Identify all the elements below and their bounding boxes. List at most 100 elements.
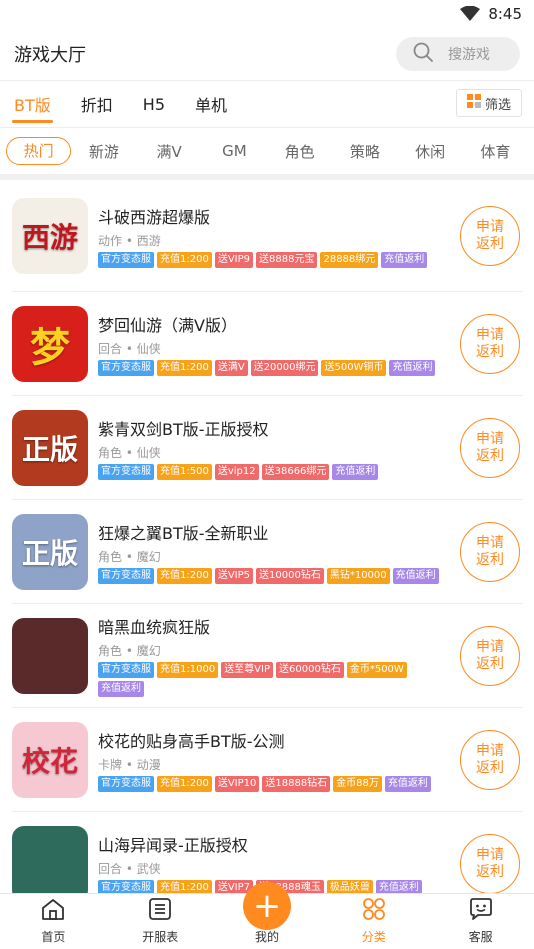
game-icon-art: 正版 <box>21 536 78 570</box>
game-tag: 送500W铜币 <box>321 359 387 376</box>
primary-tabs: BT版 折扣 H5 单机 筛选 <box>0 81 534 127</box>
bottom-nav: 首页 开服表 + 我的 分类 客服 <box>0 882 534 949</box>
category-icon <box>361 897 387 924</box>
game-name: 校花的贴身高手BT版-公测 <box>98 731 285 751</box>
apply-rebate-button[interactable]: 申请返利 <box>460 521 520 582</box>
nav-service[interactable]: 客服 <box>427 894 534 949</box>
apply-rebate-button[interactable]: 申请返利 <box>460 729 520 790</box>
apply-rebate-button[interactable]: 申请返利 <box>460 625 520 686</box>
chip-gm[interactable]: GM <box>202 142 267 160</box>
tag-list: 官方变态服 充值1:200 送满V 送20000绑元 送500W铜币 充值返利 <box>98 359 442 376</box>
tag-list: 官方变态服 充值1:500 送vip12 送38666绑元 充值返利 <box>98 463 442 480</box>
chip-full-vip[interactable]: 满V <box>137 141 202 162</box>
game-tag: 送至尊VIP <box>221 662 274 678</box>
chip-role[interactable]: 角色 <box>267 141 332 162</box>
game-tag: 送满V <box>214 359 248 376</box>
nav-category[interactable]: 分类 <box>320 894 427 949</box>
service-icon <box>467 897 495 924</box>
sub-tabs: 热门 新游 满V GM 角色 策略 休闲 体育 <box>0 128 534 174</box>
game-tag: 充值1:500 <box>157 463 212 480</box>
game-row[interactable]: 暗黑血统疯狂版 角色 • 魔幻 官方变态服 充值1:1000 送至尊VIP 送60000钻… <box>12 604 522 708</box>
game-tag: 充值返利 <box>389 359 436 376</box>
nav-home-label: 首页 <box>41 930 66 944</box>
game-info: 紫青双剑BT版-正版授权 角色 • 仙侠 官方变态服 充值1:500 送vip12 送38… <box>88 416 522 480</box>
game-info: 斗破西游超爆版 动作 • 西游 官方变态服 充值1:200 送VIP9 送8888元宝 28… <box>88 204 522 268</box>
page-title: 游戏大厅 <box>14 45 86 66</box>
game-tag: 送10000钻石 <box>256 567 324 584</box>
game-icon-art: 正版 <box>21 432 78 466</box>
game-tag: 官方变态服 <box>98 251 154 268</box>
status-time: 8:45 <box>488 5 522 23</box>
apply-rebate-button[interactable]: 申请返利 <box>460 833 520 894</box>
game-tag: 充值返利 <box>332 463 379 480</box>
tab-discount[interactable]: 折扣 <box>79 81 115 127</box>
chip-strategy[interactable]: 策略 <box>332 141 397 162</box>
search-input[interactable]: 搜游戏 <box>396 37 520 71</box>
game-icon[interactable]: 校花 <box>12 721 88 798</box>
game-tag: 充值1:1000 <box>157 662 219 678</box>
game-icon-art: 西游 <box>21 220 78 254</box>
game-tag: 官方变态服 <box>98 775 154 792</box>
game-row[interactable]: 西游 斗破西游超爆版 动作 • 西游 官方变态服 充值1:200 送VIP9 送8888元宝… <box>12 180 522 292</box>
game-row[interactable]: 校花 校花的贴身高手BT版-公测卡牌 • 动漫官方变态服 充值1:200 送VIP10… <box>12 708 522 812</box>
game-row[interactable]: 正版 紫青双剑BT版-正版授权 角色 • 仙侠 官方变态服 充值1:500 送vip12 送… <box>12 396 522 500</box>
chip-hot[interactable]: 热门 <box>6 137 72 165</box>
tag-list: 官方变态服 充值1:200 送VIP5 送10000钻石 黑钻*10000 充值返利 <box>98 567 442 584</box>
nav-home[interactable]: 首页 <box>0 894 107 949</box>
filter-button[interactable]: 筛选 <box>456 89 522 117</box>
game-tag: 送18888钻石 <box>262 775 331 792</box>
nav-server-list[interactable]: 开服表 <box>107 894 214 949</box>
wifi-icon <box>460 6 481 22</box>
game-name: 斗破西游超爆版 <box>98 207 211 227</box>
game-row[interactable]: 梦 梦回仙游（满V版） 回合 • 仙侠 官方变态服 充值1:200 送满V 送20000绑元… <box>12 292 522 396</box>
tab-h5[interactable]: H5 <box>141 81 167 127</box>
tag-list: 官方变态服 充值1:200 送VIP9 送8888元宝 28888绑元 充值返利 <box>98 251 442 268</box>
nav-mine[interactable]: + 我的 <box>214 882 321 949</box>
tab-single[interactable]: 单机 <box>193 81 229 127</box>
apply-rebate-button[interactable]: 申请返利 <box>460 313 520 374</box>
chip-casual[interactable]: 休闲 <box>398 141 463 162</box>
game-list: 西游 斗破西游超爆版 动作 • 西游 官方变态服 充值1:200 送VIP9 送8888元宝… <box>0 180 534 916</box>
game-tag: 充值1:200 <box>157 359 212 376</box>
header: 游戏大厅 搜游戏 <box>0 28 534 80</box>
game-icon[interactable] <box>12 617 88 694</box>
game-tag: 送8888元宝 <box>256 251 318 268</box>
game-info: 山海异闻录-正版授权 回合 • 武侠 官方变态服 充值1:200 送VIP7 送18888… <box>88 832 522 896</box>
game-tag: 送60000钻石 <box>276 662 344 678</box>
game-tag: 送VIP9 <box>214 251 254 268</box>
game-tag: 28888绑元 <box>320 251 379 268</box>
game-meta: 卡牌 • 动漫 <box>98 757 161 772</box>
game-name: 狂爆之翼BT版-全新职业 <box>98 523 269 543</box>
game-icon[interactable]: 正版 <box>12 513 88 590</box>
plus-icon[interactable]: + <box>242 882 291 930</box>
game-icon-art: 梦 <box>30 323 70 371</box>
game-info: 暗黑血统疯狂版 角色 • 魔幻 官方变态服 充值1:1000 送至尊VIP 送60000钻… <box>88 614 522 697</box>
game-row[interactable]: 正版 狂爆之翼BT版-全新职业 角色 • 魔幻 官方变态服 充值1:200 送VIP5 送1… <box>12 500 522 604</box>
game-tag: 官方变态服 <box>98 359 154 376</box>
list-icon <box>147 897 173 924</box>
apply-rebate-button[interactable]: 申请返利 <box>460 417 520 478</box>
game-tag: 充值1:200 <box>157 567 212 584</box>
nav-category-label: 分类 <box>361 930 386 944</box>
nav-server-list-label: 开服表 <box>142 930 179 944</box>
grid-icon <box>466 94 481 112</box>
game-tag: 充值1:200 <box>157 775 212 792</box>
chip-sports[interactable]: 体育 <box>463 141 528 162</box>
tag-list: 官方变态服 充值1:1000 送至尊VIP 送60000钻石 金币*500W 充值返利 <box>98 662 442 697</box>
tag-list: 官方变态服 充值1:200 送VIP10 送18888钻石 金币88万 充值返利 <box>98 775 442 792</box>
game-tag: 充值返利 <box>98 681 144 697</box>
game-icon-art: 校花 <box>21 744 78 778</box>
apply-rebate-button[interactable]: 申请返利 <box>460 205 520 266</box>
game-icon[interactable] <box>12 825 88 902</box>
game-meta: 角色 • 仙侠 <box>98 445 161 460</box>
nav-service-label: 客服 <box>468 930 493 944</box>
game-icon[interactable]: 正版 <box>12 409 88 486</box>
game-icon[interactable]: 西游 <box>12 197 88 274</box>
nav-mine-label: 我的 <box>254 930 279 944</box>
game-name: 梦回仙游（满V版） <box>98 315 237 335</box>
game-name: 山海异闻录-正版授权 <box>98 835 248 855</box>
game-icon[interactable]: 梦 <box>12 305 88 382</box>
game-meta: 角色 • 魔幻 <box>98 644 161 658</box>
tab-bt[interactable]: BT版 <box>12 81 53 127</box>
chip-new[interactable]: 新游 <box>71 141 136 162</box>
